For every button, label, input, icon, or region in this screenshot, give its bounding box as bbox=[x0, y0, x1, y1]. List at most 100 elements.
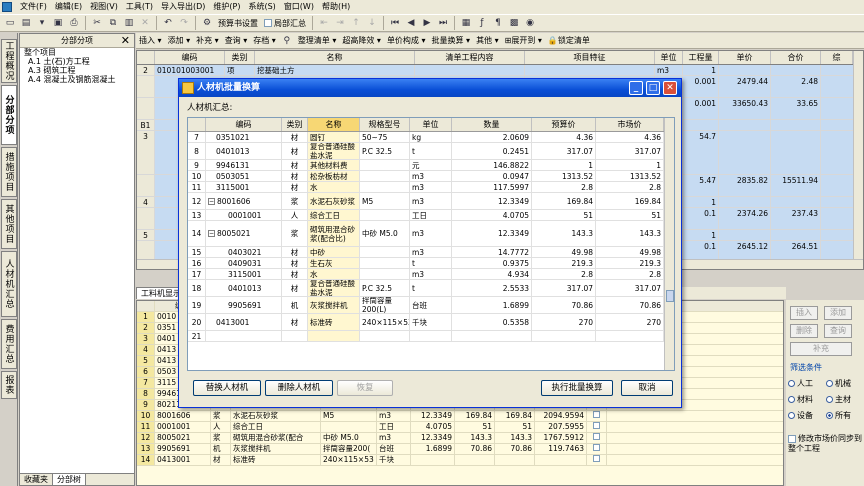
tab-other-items[interactable]: 其他项目 bbox=[1, 199, 17, 249]
row-checkbox[interactable] bbox=[593, 433, 600, 440]
move-up-icon[interactable]: ↑ bbox=[349, 16, 363, 30]
delete-icon[interactable]: ✕ bbox=[138, 16, 152, 30]
lower-grid-row[interactable]: 14 0413001 材标准砖 240×115×53 千块 bbox=[137, 455, 783, 466]
last-icon[interactable]: ⏭ bbox=[436, 16, 450, 30]
binoculars-icon[interactable]: ⚲ bbox=[280, 34, 294, 48]
new-file-icon[interactable]: ▭ bbox=[3, 16, 17, 30]
tab-division-tree[interactable]: 分部树 bbox=[53, 474, 86, 485]
menu-maintain[interactable]: 维护(P) bbox=[209, 0, 244, 14]
dialog-grid-row[interactable]: 21 bbox=[188, 331, 674, 342]
add-menu-button[interactable]: 添加 ▾ bbox=[165, 35, 194, 46]
first-icon[interactable]: ⏮ bbox=[388, 16, 402, 30]
execute-batch-convert-button[interactable]: 执行批量换算 bbox=[541, 380, 613, 396]
supplement-menu-button[interactable]: 补充 ▾ bbox=[193, 35, 222, 46]
radio-main-material[interactable]: 主材 bbox=[826, 394, 851, 405]
local-summary-checkbox[interactable] bbox=[264, 19, 272, 27]
chart-icon[interactable]: ▩ bbox=[507, 16, 521, 30]
overheight-button[interactable]: 超高降效 ▾ bbox=[339, 35, 384, 46]
undo-icon[interactable]: ↶ bbox=[161, 16, 175, 30]
lower-grid-row[interactable]: 12 8005021 浆砌筑用混合砂浆(配合 中砂 M5.0 m3 12.3349 143.… bbox=[137, 433, 783, 444]
formula-icon[interactable]: ƒ bbox=[475, 16, 489, 30]
move-right-icon[interactable]: ⇥ bbox=[333, 16, 347, 30]
export-icon[interactable]: ◉ bbox=[523, 16, 537, 30]
tab-measures[interactable]: 措施项目 bbox=[1, 147, 17, 197]
prev-icon[interactable]: ◀ bbox=[404, 16, 418, 30]
close-icon[interactable]: ✕ bbox=[121, 34, 130, 48]
move-left-icon[interactable]: ⇤ bbox=[317, 16, 331, 30]
save-icon[interactable]: ▣ bbox=[51, 16, 65, 30]
lower-grid-row[interactable]: 13 9905691 机灰浆搅拌机 拌筒容量200(台班 1.6899 70.86 70.8… bbox=[137, 444, 783, 455]
radio-equipment[interactable]: 设备 bbox=[788, 410, 813, 421]
expand-to-button[interactable]: ⊞展开到 ▾ bbox=[502, 35, 545, 46]
open-folder-icon[interactable]: ▤ bbox=[19, 16, 33, 30]
organize-list-button[interactable]: 整理清单 ▾ bbox=[295, 35, 340, 46]
delete-material-button[interactable]: 删除人材机 bbox=[265, 380, 333, 396]
lower-grid-row[interactable]: 11 0001001 人综合工日 工日 4.0705 51 51 207.5955 bbox=[137, 422, 783, 433]
dialog-grid-row[interactable]: 11 3115001 材水 m3 117.5997 2.8 2.8 bbox=[188, 182, 674, 193]
lock-list-button[interactable]: 🔒锁定清单 bbox=[545, 35, 593, 46]
collapse-icon[interactable]: − bbox=[208, 230, 215, 237]
tree-item-whole-project[interactable]: 整个项目 bbox=[20, 48, 134, 57]
grid-vertical-scrollbar[interactable] bbox=[853, 51, 863, 269]
close-icon[interactable]: ✕ bbox=[663, 81, 677, 95]
local-summary-toggle[interactable]: 局部汇总 bbox=[261, 18, 309, 29]
supplement-button[interactable]: 补充 bbox=[790, 342, 852, 356]
cancel-button[interactable]: 取消 bbox=[621, 380, 673, 396]
add-button[interactable]: 添加 bbox=[824, 306, 852, 320]
open-recent-icon[interactable]: ▾ bbox=[35, 16, 49, 30]
collapse-icon[interactable]: − bbox=[208, 197, 215, 205]
archive-menu-button[interactable]: 存档 ▾ bbox=[250, 35, 279, 46]
menu-edit[interactable]: 编辑(E) bbox=[51, 0, 86, 14]
dialog-grid-row[interactable]: 20 0413001 材标准砖 240×115×53 千块 0.5358 270 270 bbox=[188, 314, 674, 331]
tab-reports[interactable]: 报表 bbox=[1, 371, 17, 399]
paragraph-icon[interactable]: ¶ bbox=[491, 16, 505, 30]
tab-favorites[interactable]: 收藏夹 bbox=[20, 474, 53, 485]
radio-labor[interactable]: 人工 bbox=[788, 378, 813, 389]
dialog-grid-row[interactable]: 17 3115001 材水 m3 4.934 2.8 2.8 bbox=[188, 269, 674, 280]
batch-convert-button[interactable]: 批量换算 ▾ bbox=[429, 35, 474, 46]
query-button[interactable]: 查询 bbox=[824, 324, 852, 338]
tree-item[interactable]: A.4 混凝土及钢筋混凝土 bbox=[20, 75, 134, 84]
tab-cost-summary[interactable]: 费用汇总 bbox=[1, 319, 17, 369]
dialog-grid-row[interactable]: 8 0401013 材复合普通硅酸盐水泥 P.C 32.5 t 0.2451 317.07 3… bbox=[188, 143, 674, 160]
menu-tools[interactable]: 工具(T) bbox=[122, 0, 157, 14]
row-checkbox[interactable] bbox=[593, 444, 600, 451]
paste-icon[interactable]: ▥ bbox=[122, 16, 136, 30]
move-down-icon[interactable]: ↓ bbox=[365, 16, 379, 30]
radio-all[interactable]: 所有 bbox=[826, 410, 851, 421]
other-button[interactable]: 其他 ▾ bbox=[473, 35, 502, 46]
maximize-icon[interactable]: □ bbox=[646, 81, 660, 95]
dialog-vertical-scrollbar[interactable] bbox=[664, 118, 674, 370]
menu-system[interactable]: 系统(S) bbox=[244, 0, 279, 14]
dialog-grid-row[interactable]: 10 0503051 材松杂板枋材 m3 0.0947 1313.52 1313.52 bbox=[188, 171, 674, 182]
radio-machine[interactable]: 机械 bbox=[826, 378, 851, 389]
tab-project-overview[interactable]: 工程概况 bbox=[1, 39, 17, 83]
price-composition-button[interactable]: 单价构成 ▾ bbox=[384, 35, 429, 46]
copy-icon[interactable]: ⧉ bbox=[106, 16, 120, 30]
dialog-grid-row[interactable]: 14−8005021 浆砌筑用混合砂浆(配合比) 中砂 M5.0 m3 12.3349 1… bbox=[188, 221, 674, 247]
dialog-grid-row[interactable]: 18 0401013 材复合普通硅酸盐水泥 P.C 32.5 t 2.5533 317.07… bbox=[188, 280, 674, 297]
dialog-grid-row[interactable]: 16 0409031 材生石灰 t 0.9375 219.3 219.3 bbox=[188, 258, 674, 269]
menu-view[interactable]: 视图(V) bbox=[86, 0, 122, 14]
tab-sub-items[interactable]: 分部分项 bbox=[1, 85, 17, 145]
menu-help[interactable]: 帮助(H) bbox=[318, 0, 354, 14]
tree-item[interactable]: A.1 土(石)方工程 bbox=[20, 57, 134, 66]
dialog-grid-row[interactable]: 9 9946131 材其他材料费元 146.8822 1 1 bbox=[188, 160, 674, 171]
dialog-grid-row[interactable]: 19 9905691 机灰浆搅拌机 拌筒容量200(L) 台班 1.6899 70.86 70… bbox=[188, 297, 674, 314]
next-icon[interactable]: ▶ bbox=[420, 16, 434, 30]
dialog-grid-row[interactable]: 12−8001606 浆水泥石灰砂浆 M5 m3 12.3349 169.84 169.84 bbox=[188, 193, 674, 210]
menu-import-export[interactable]: 导入导出(D) bbox=[157, 0, 209, 14]
menu-window[interactable]: 窗口(W) bbox=[280, 0, 318, 14]
scrollbar-thumb[interactable] bbox=[666, 290, 674, 302]
row-checkbox[interactable] bbox=[593, 455, 600, 462]
restore-button[interactable]: 恢复 bbox=[337, 380, 393, 396]
row-checkbox[interactable] bbox=[593, 411, 600, 418]
delete-button[interactable]: 删除 bbox=[790, 324, 818, 338]
grid-row[interactable]: 2 010101003001 项挖基础土方 m3 1 bbox=[137, 65, 863, 76]
print-icon[interactable]: ⎙ bbox=[67, 16, 81, 30]
dialog-grid-row[interactable]: 15 0403021 材中砂 m3 14.7772 49.98 49.98 bbox=[188, 247, 674, 258]
insert-button[interactable]: 插入 bbox=[790, 306, 818, 320]
sync-market-price-option[interactable]: 修改市场价同步到整个工程 bbox=[788, 434, 862, 454]
settings-icon[interactable]: ⚙ bbox=[200, 16, 214, 30]
calculator-icon[interactable]: ▦ bbox=[459, 16, 473, 30]
